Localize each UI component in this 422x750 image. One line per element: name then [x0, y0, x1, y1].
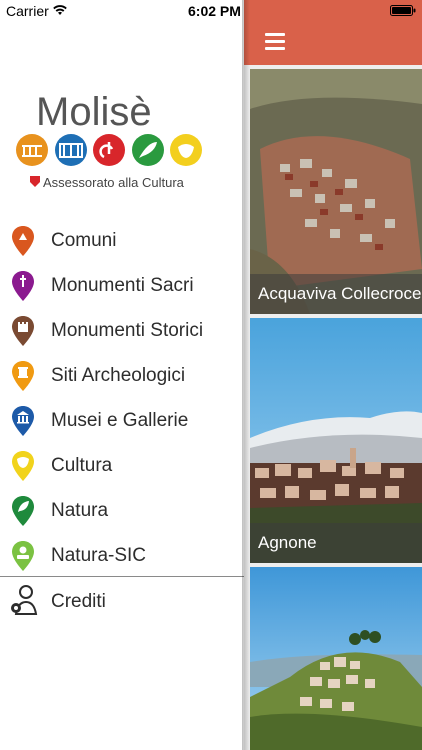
menu-item-label: Monumenti Sacri: [51, 275, 194, 296]
drawer-shadow: [242, 0, 250, 750]
people-gear-icon: [11, 585, 38, 615]
menu-item-label: Siti Archeologici: [51, 365, 186, 386]
carrier-label: Carrier: [6, 3, 49, 19]
menu-item-label: Natura-SIC: [51, 545, 147, 566]
menu-item-label: Natura: [51, 500, 109, 521]
menu-item-natura[interactable]: Natura: [0, 488, 244, 533]
main-menu: Comuni Monumenti Sacri Monumenti Storici…: [0, 218, 244, 578]
menu-item-musei-gallerie[interactable]: Musei e Gallerie: [0, 398, 244, 443]
castle-pin-icon: [12, 316, 34, 346]
main-content: Acquaviva Collecroce Agnone: [244, 0, 422, 750]
hamburger-menu-icon[interactable]: [265, 33, 285, 50]
battery-icon: [390, 5, 416, 16]
town-pin-icon: [12, 226, 34, 256]
menu-item-label: Musei e Gallerie: [51, 410, 189, 431]
church-pin-icon: [12, 271, 34, 301]
town-card[interactable]: Agnone: [250, 318, 422, 563]
menu-item-natura-sic[interactable]: Natura-SIC: [0, 533, 244, 578]
card-caption: Agnone: [258, 533, 317, 552]
menu-item-crediti[interactable]: Crediti: [0, 580, 244, 624]
leaf-pin-icon: [12, 496, 34, 526]
status-bar: Carrier 6:02 PM: [0, 0, 422, 22]
town-card[interactable]: [250, 567, 422, 750]
logo-title: Molisè: [36, 90, 152, 134]
menu-item-label: Monumenti Storici: [51, 320, 204, 341]
logo-subtitle: Assessorato alla Cultura: [43, 175, 185, 190]
menu-item-label: Cultura: [51, 455, 113, 476]
town-card[interactable]: Acquaviva Collecroce: [250, 69, 422, 314]
menu-item-monumenti-sacri[interactable]: Monumenti Sacri: [0, 263, 244, 308]
pin-shape: [12, 226, 34, 256]
museum-pin-icon: [12, 406, 34, 436]
menu-item-cultura[interactable]: Cultura: [0, 443, 244, 488]
menu-item-label: Comuni: [51, 230, 117, 251]
town-photo: [250, 567, 422, 750]
menu-item-comuni[interactable]: Comuni: [0, 218, 244, 263]
mask-pin-icon: [12, 451, 34, 481]
credits-label: Crediti: [51, 591, 106, 612]
column-pin-icon: [12, 361, 34, 391]
card-caption: Acquaviva Collecroce: [258, 284, 422, 303]
molise-logo: Molisè Assessorato alla Cultura: [16, 90, 202, 190]
side-drawer: Molisè Assessorato alla Cultura Comuni M…: [0, 0, 244, 750]
menu-divider: [0, 576, 244, 577]
wifi-icon: [53, 5, 67, 15]
menu-item-monumenti-storici[interactable]: Monumenti Storici: [0, 308, 244, 353]
sic-pin-icon: [12, 541, 34, 571]
menu-item-siti-archeologici[interactable]: Siti Archeologici: [0, 353, 244, 398]
clock-label: 6:02 PM: [188, 3, 241, 19]
